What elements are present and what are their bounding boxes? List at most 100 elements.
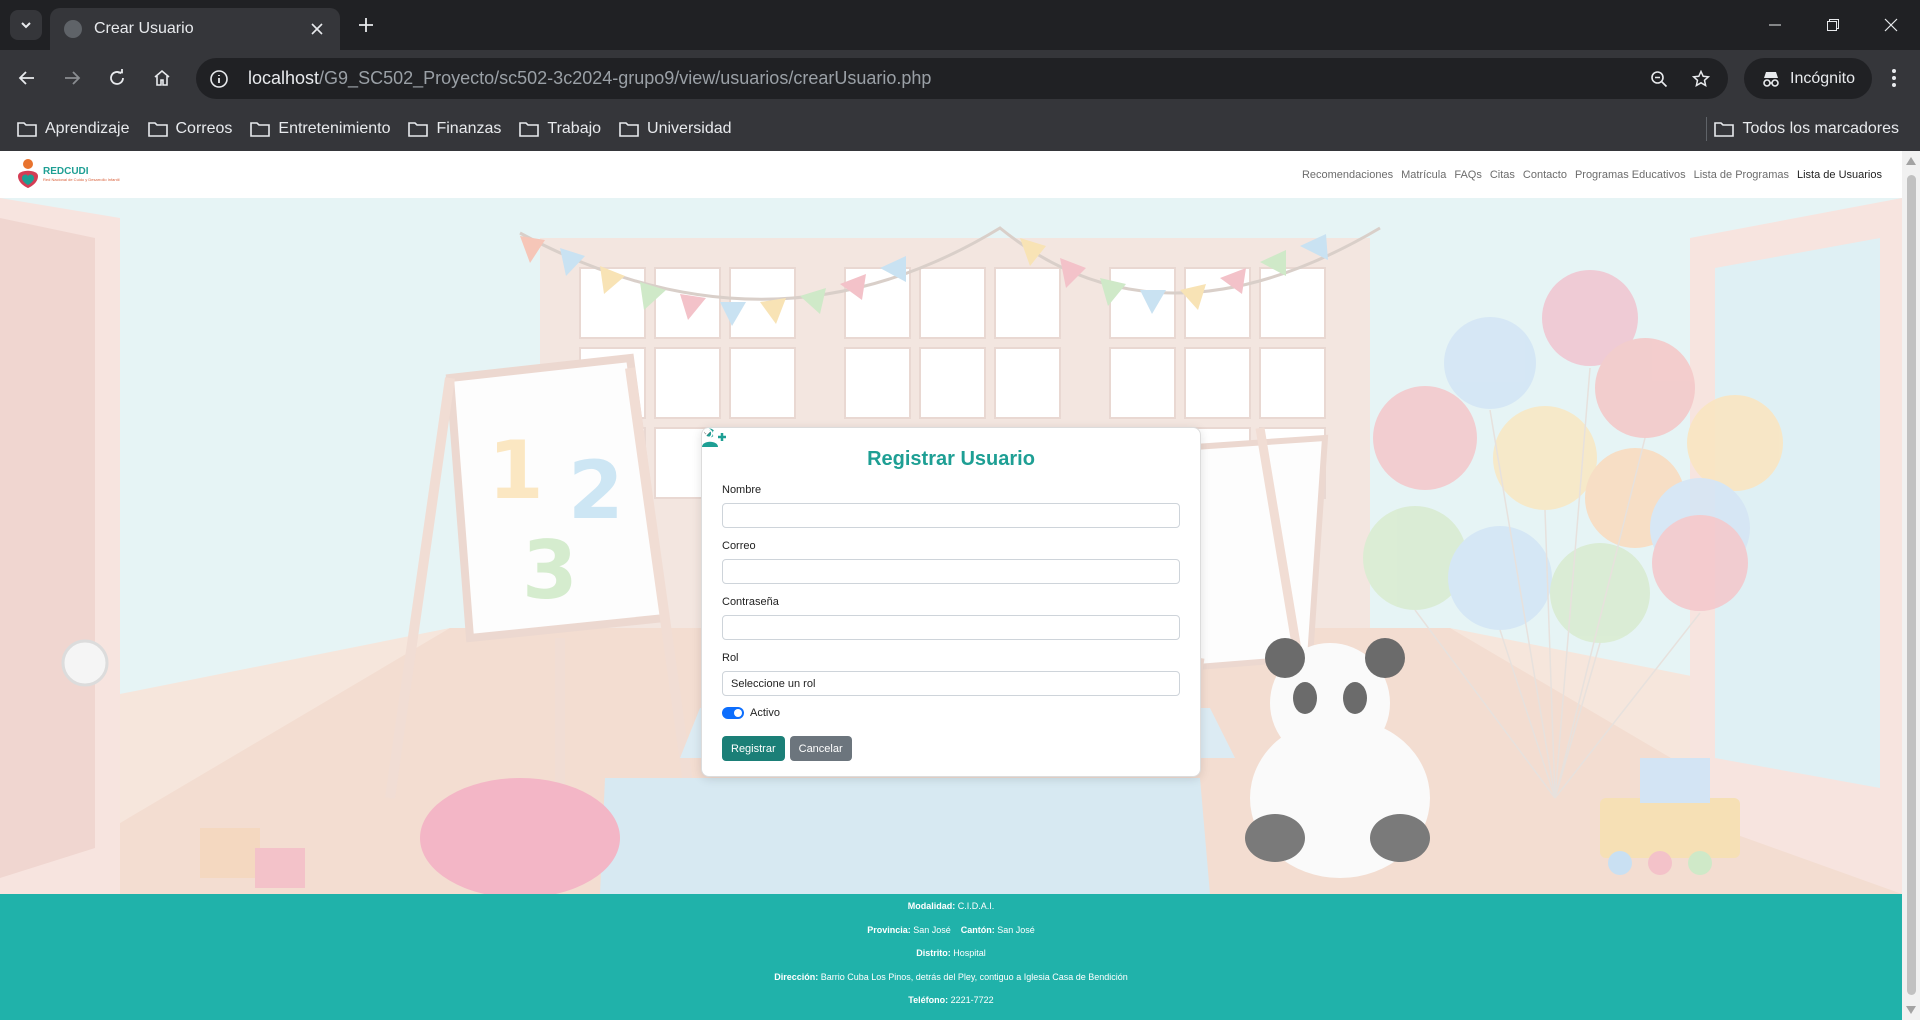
email-input[interactable]	[722, 559, 1180, 584]
site-logo[interactable]: REDCUDI Red Nacional de Cuido y Desarrol…	[16, 158, 119, 190]
site-nav-links: Recomendaciones Matrícula FAQs Citas Con…	[1302, 151, 1882, 198]
home-button[interactable]	[147, 63, 177, 93]
arrow-right-icon	[65, 71, 81, 85]
reload-button[interactable]	[102, 63, 132, 93]
bookmark-folder[interactable]: Correos	[139, 113, 242, 145]
footer-direccion-value: Barrio Cuba Los Pinos, detrás del Pley, …	[820, 972, 1128, 982]
footer-modalidad-value: C.I.D.A.I.	[957, 901, 995, 911]
folder-icon	[17, 122, 37, 137]
footer-telefono-value: 2221-7722	[950, 995, 994, 1005]
active-switch-row: Activo	[722, 706, 1180, 720]
incognito-label: Incógnito	[1790, 69, 1855, 87]
role-label: Rol	[722, 652, 739, 664]
scroll-up-arrow[interactable]	[1906, 157, 1916, 165]
tab-close-button[interactable]	[306, 18, 328, 40]
footer-distrito: Distrito: Hospital	[0, 948, 1902, 958]
footer-modalidad-label: Modalidad:	[907, 901, 956, 911]
register-button[interactable]: Registrar	[702, 428, 785, 761]
page-scrollbar[interactable]	[1902, 151, 1920, 1020]
bookmark-label: Aprendizaje	[45, 120, 130, 137]
close-window-button[interactable]	[1862, 0, 1920, 50]
footer-canton-value: San José	[997, 925, 1035, 935]
bookmark-label: Entretenimiento	[278, 120, 391, 137]
back-button[interactable]	[12, 63, 42, 93]
cancel-button[interactable]: Cancelar	[702, 428, 852, 761]
restore-icon	[1827, 19, 1839, 31]
scroll-down-arrow[interactable]	[1906, 1006, 1916, 1014]
nav-link-programas-educativos[interactable]: Programas Educativos	[1575, 169, 1686, 181]
address-bar[interactable]: localhost/G9_SC502_Proyecto/sc502-3c2024…	[196, 58, 1728, 99]
bookmark-label: Universidad	[647, 120, 732, 137]
bookmark-folder[interactable]: Finanzas	[399, 113, 510, 145]
url-path: /G9_SC502_Proyecto/sc502-3c2024-grupo9/v…	[319, 68, 932, 88]
register-user-card: Registrar Usuario Nombre Correo Contrase…	[701, 427, 1201, 777]
svg-text:3: 3	[522, 524, 578, 617]
incognito-button[interactable]: Incógnito	[1744, 58, 1872, 99]
scrollbar-thumb[interactable]	[1907, 175, 1916, 995]
redcudi-logo-icon	[18, 159, 38, 188]
zoom-icon	[1651, 70, 1668, 87]
minimize-button[interactable]	[1746, 0, 1804, 50]
bookmark-folder[interactable]: Entretenimiento	[241, 113, 399, 145]
hero-background: 1 2 3 Registrar Usuario Nombre Correo Co…	[0, 198, 1902, 894]
window-controls	[1746, 0, 1920, 50]
new-tab-button[interactable]	[352, 11, 380, 39]
bookmark-star-button[interactable]	[1684, 62, 1718, 96]
footer-provincia-value: San José	[913, 925, 951, 935]
bookmark-folder[interactable]: Universidad	[610, 113, 740, 145]
footer-location: Provincia: San José Cantón: San José	[0, 925, 1902, 935]
bookmark-folder[interactable]: Trabajo	[510, 113, 610, 145]
nav-link-lista-usuarios[interactable]: Lista de Usuarios	[1797, 169, 1882, 181]
active-label: Activo	[750, 707, 780, 719]
register-button-label: Registrar	[731, 742, 776, 755]
nav-link-matricula[interactable]: Matrícula	[1401, 169, 1446, 181]
folder-icon	[147, 122, 168, 137]
folder-icon	[250, 122, 271, 137]
tab-search-button[interactable]	[10, 10, 42, 40]
password-input[interactable]	[722, 615, 1180, 640]
role-select[interactable]: Seleccione un rol	[703, 431, 1180, 696]
footer-distrito-label: Distrito:	[916, 948, 951, 958]
nav-link-contacto[interactable]: Contacto	[1523, 169, 1567, 181]
kebab-menu-icon	[1892, 69, 1896, 87]
footer-provincia-label: Provincia:	[867, 925, 911, 935]
close-icon	[1884, 18, 1898, 32]
name-input[interactable]	[722, 503, 1180, 528]
folder-icon	[619, 122, 639, 137]
forward-button[interactable]	[57, 63, 87, 93]
browser-menu-button[interactable]	[1880, 64, 1908, 92]
nav-link-citas[interactable]: Citas	[1490, 169, 1515, 181]
arrow-left-icon	[18, 71, 34, 85]
logo-subtitle: Red Nacional de Cuido y Desarrollo Infan…	[43, 177, 120, 182]
footer-direccion: Dirección: Barrio Cuba Los Pinos, detrás…	[0, 972, 1902, 982]
all-bookmarks-button[interactable]: Todos los marcadores	[1705, 113, 1908, 145]
browser-tabstrip: Crear Usuario	[0, 0, 1920, 50]
bookmarks-bar: Aprendizaje Correos Entretenimiento Fina…	[0, 107, 1920, 151]
bookmark-folder-list: Aprendizaje Correos Entretenimiento Fina…	[8, 107, 741, 151]
nav-link-faqs[interactable]: FAQs	[1454, 169, 1482, 181]
home-icon	[154, 69, 170, 86]
role-selected-value: Seleccione un rol	[731, 677, 816, 690]
browser-toolbar: localhost/G9_SC502_Proyecto/sc502-3c2024…	[0, 50, 1920, 107]
minimize-icon	[1769, 24, 1781, 26]
active-tab[interactable]: Crear Usuario	[50, 8, 340, 50]
logo-text: REDCUDI Red Nacional de Cuido y Desarrol…	[43, 166, 119, 182]
nav-link-lista-programas[interactable]: Lista de Programas	[1694, 169, 1789, 181]
cancel-button-label: Cancelar	[798, 742, 843, 755]
active-toggle[interactable]	[722, 707, 744, 719]
plus-icon	[359, 18, 373, 32]
footer-direccion-label: Dirección:	[774, 972, 819, 982]
bookmark-label: Trabajo	[547, 120, 602, 137]
site-info-icon[interactable]	[206, 66, 232, 92]
nav-link-recomendaciones[interactable]: Recomendaciones	[1302, 169, 1393, 181]
svg-text:1: 1	[488, 424, 544, 517]
name-label: Nombre	[722, 484, 762, 496]
restore-button[interactable]	[1804, 0, 1862, 50]
bookmark-folder[interactable]: Aprendizaje	[8, 113, 139, 145]
star-icon	[1692, 69, 1710, 87]
folder-icon	[408, 122, 429, 137]
zoom-button[interactable]	[1642, 62, 1676, 96]
url-text: localhost/G9_SC502_Proyecto/sc502-3c2024…	[248, 68, 1634, 89]
password-label: Contraseña	[722, 596, 779, 608]
card-title-text: Registrar Usuario	[867, 447, 1035, 470]
